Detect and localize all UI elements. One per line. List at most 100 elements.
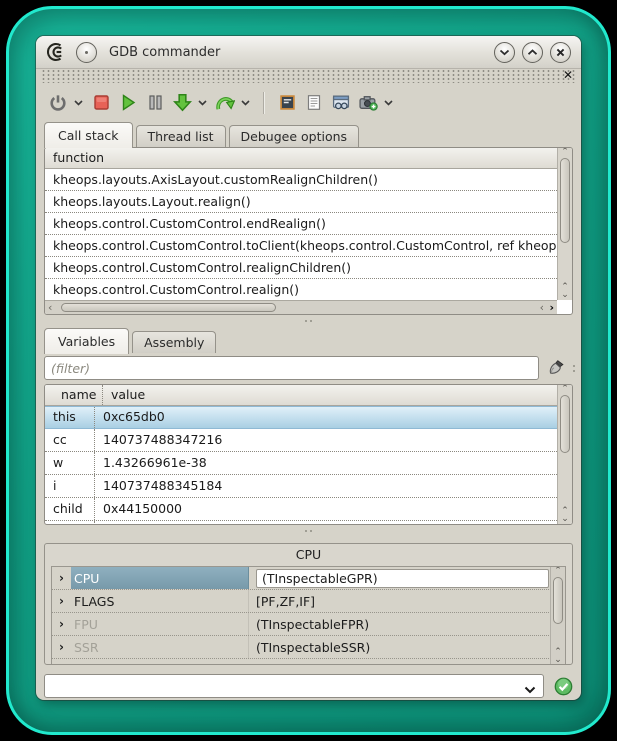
- dock-close-icon[interactable]: ✕: [563, 68, 573, 82]
- register-group-name[interactable]: CPU: [71, 567, 249, 589]
- watches-button[interactable]: [331, 90, 351, 116]
- variable-row[interactable]: cc 140737488347216: [45, 429, 557, 452]
- register-value-field[interactable]: (TInspectableGPR): [256, 569, 549, 588]
- scroll-thumb[interactable]: [560, 395, 570, 453]
- register-group-name[interactable]: FPU: [71, 613, 249, 635]
- variable-row[interactable]: b 1.43266961e-38: [45, 521, 557, 525]
- debug-toolbar: [36, 83, 581, 121]
- call-stack-row[interactable]: kheops.control.CustomControl.realignChil…: [45, 257, 557, 279]
- chevron-down-icon: [198, 100, 207, 106]
- maximize-button[interactable]: [522, 42, 543, 63]
- grip-dot: [310, 320, 312, 322]
- cpu-vscrollbar[interactable]: ⌃ ⌃ ⌄: [550, 567, 565, 665]
- expand-icon[interactable]: ›: [52, 567, 71, 589]
- scroll-up-icon[interactable]: ⌃: [558, 385, 572, 393]
- column-name[interactable]: name: [53, 385, 103, 405]
- expand-icon[interactable]: ›: [52, 590, 71, 612]
- column-function[interactable]: function: [53, 148, 104, 168]
- cpu-row[interactable]: › SSR (TInspectableSSR): [52, 636, 565, 659]
- expand-icon[interactable]: ›: [52, 636, 71, 658]
- tab-assembly[interactable]: Assembly: [132, 331, 216, 353]
- filter-input[interactable]: [44, 356, 539, 380]
- call-stack-row[interactable]: kheops.layouts.Layout.realign(): [45, 191, 557, 213]
- clear-filter-button[interactable]: [543, 357, 567, 379]
- command-combobox[interactable]: [44, 674, 544, 698]
- step-over-dropdown[interactable]: [240, 100, 251, 106]
- snapshot-button[interactable]: [358, 90, 378, 116]
- step-over-button[interactable]: [215, 90, 235, 116]
- call-stack-row[interactable]: kheops.control.CustomControl.realign(): [45, 279, 557, 301]
- panel-edge-grip[interactable]: [571, 365, 577, 372]
- scroll-down-icon[interactable]: ⌄: [551, 656, 565, 664]
- document-icon: [306, 94, 322, 111]
- cpu-row[interactable]: › CPU (TInspectableGPR): [52, 567, 565, 590]
- step-into-dropdown[interactable]: [197, 100, 208, 106]
- shade-button[interactable]: [494, 42, 515, 63]
- splitter-callstack-variables[interactable]: [36, 315, 581, 327]
- tab-call-stack[interactable]: Call stack: [44, 122, 133, 148]
- register-group-name[interactable]: FLAGS: [71, 590, 249, 612]
- variable-value: 0x44150000: [95, 498, 182, 520]
- execute-command-button[interactable]: [553, 675, 573, 697]
- column-value[interactable]: value: [103, 385, 145, 405]
- scroll-down-icon[interactable]: ⌄: [558, 515, 572, 523]
- scroll-arrows[interactable]: ⌃ ⌄: [558, 283, 572, 299]
- register-group-name[interactable]: SSR: [71, 636, 249, 658]
- cpu-register-tree: › CPU (TInspectableGPR) › FLAGS [PF,ZF,I…: [51, 566, 566, 665]
- call-stack-vscrollbar[interactable]: ⌃ ⌃ ⌄: [557, 148, 572, 300]
- tab-debugee-options[interactable]: Debugee options: [229, 125, 360, 147]
- chevron-down-icon: [499, 49, 510, 56]
- register-group-value[interactable]: (TInspectableGPR): [249, 567, 565, 589]
- stop-icon: [94, 95, 109, 110]
- variable-row[interactable]: i 140737488345184: [45, 475, 557, 498]
- power-dropdown[interactable]: [73, 100, 84, 106]
- cpu-row[interactable]: › FPU (TInspectableFPR): [52, 613, 565, 636]
- debug-output-button[interactable]: [304, 90, 324, 116]
- snapshot-dropdown[interactable]: [383, 100, 394, 106]
- scroll-up-icon[interactable]: ⌃: [558, 148, 572, 156]
- call-stack-header[interactable]: function: [45, 148, 557, 169]
- run-button[interactable]: [118, 90, 138, 116]
- call-stack-row[interactable]: kheops.control.CustomControl.toClient(kh…: [45, 235, 557, 257]
- cpu-row[interactable]: › FLAGS [PF,ZF,IF]: [52, 590, 565, 613]
- disassembly-button[interactable]: [277, 90, 297, 116]
- tab-variables[interactable]: Variables: [44, 328, 129, 354]
- combo-dropdown-button[interactable]: [524, 682, 536, 697]
- scroll-thumb[interactable]: [61, 303, 276, 312]
- scroll-arrows[interactable]: ⌃ ⌄: [558, 507, 572, 523]
- pause-button[interactable]: [145, 90, 165, 116]
- power-button[interactable]: [48, 90, 68, 116]
- scroll-thumb[interactable]: [560, 158, 570, 243]
- variable-row[interactable]: w 1.43266961e-38: [45, 452, 557, 475]
- run-icon: [121, 94, 136, 111]
- scroll-thumb[interactable]: [553, 577, 563, 624]
- variables-panel: name value this 0xc65db0 cc 140737488347…: [44, 384, 573, 525]
- scroll-up-icon[interactable]: ⌃: [551, 567, 565, 575]
- filter-row: [44, 356, 577, 380]
- close-button[interactable]: [550, 42, 571, 63]
- variable-value: 1.43266961e-38: [95, 521, 207, 525]
- variable-row[interactable]: child 0x44150000: [45, 498, 557, 521]
- titlebar[interactable]: GDB commander: [36, 36, 581, 69]
- scroll-down-icon[interactable]: ⌄: [558, 291, 572, 299]
- variables-header[interactable]: name value: [45, 385, 557, 406]
- grip-dot: [305, 320, 307, 322]
- call-stack-hscrollbar[interactable]: ‹ ‹ ›: [45, 300, 557, 314]
- stop-button[interactable]: [91, 90, 111, 116]
- register-group-value: (TInspectableSSR): [249, 636, 565, 658]
- scroll-right-icon[interactable]: ›: [549, 301, 554, 314]
- splitter-variables-cpu[interactable]: [36, 525, 581, 537]
- expand-icon[interactable]: ›: [52, 613, 71, 635]
- chip-icon: [279, 94, 296, 111]
- call-stack-row[interactable]: kheops.layouts.AxisLayout.customRealignC…: [45, 169, 557, 191]
- scroll-arrows[interactable]: ⌃ ⌄: [551, 648, 565, 664]
- variables-vscrollbar[interactable]: ⌃ ⌃ ⌄: [557, 385, 572, 524]
- tab-thread-list[interactable]: Thread list: [136, 125, 226, 147]
- step-into-button[interactable]: [172, 90, 192, 116]
- dock-grip[interactable]: ✕: [40, 70, 577, 83]
- call-stack-row[interactable]: kheops.control.CustomControl.endRealign(…: [45, 213, 557, 235]
- sticky-button[interactable]: [76, 42, 97, 63]
- scroll-left-icon[interactable]: ‹: [48, 301, 52, 314]
- variable-row[interactable]: this 0xc65db0: [45, 406, 557, 429]
- scroll-left-icon[interactable]: ‹: [540, 301, 544, 314]
